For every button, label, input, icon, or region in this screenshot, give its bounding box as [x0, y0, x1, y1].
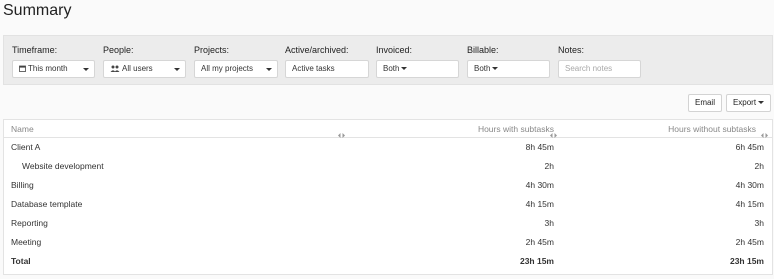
total-hours-with: 23h 15m	[519, 256, 554, 266]
projects-label: Projects:	[194, 45, 230, 55]
timeframe-select[interactable]: This month	[12, 60, 95, 78]
billable-value: Both	[474, 64, 491, 73]
row-hours-with: 2h 45m	[525, 237, 554, 247]
row-hours-with: 4h 15m	[525, 199, 554, 209]
active-value: Active tasks	[292, 64, 335, 73]
table-row[interactable]: Database template 4h 15m 4h 15m	[4, 195, 772, 214]
row-hours-without: 4h 30m	[735, 180, 764, 190]
chevron-down-icon	[174, 68, 180, 71]
invoiced-select[interactable]: Both	[376, 60, 459, 78]
row-name: Database template	[11, 199, 83, 209]
row-hours-with: 3h	[544, 218, 554, 228]
timeframe-label: Timeframe:	[12, 45, 58, 55]
invoiced-value: Both	[383, 64, 400, 73]
people-value: All users	[122, 64, 153, 73]
filter-panel: Timeframe: This month People: All users …	[3, 35, 773, 85]
row-hours-without: 6h 45m	[735, 142, 764, 152]
summary-table: Name Hours with subtasks Hours without s…	[3, 119, 773, 275]
chevron-down-icon	[83, 68, 89, 71]
total-hours-without: 23h 15m	[729, 256, 764, 266]
users-icon	[110, 62, 120, 78]
page-title: Summary	[3, 2, 72, 19]
chevron-down-icon	[266, 68, 272, 71]
timeframe-filter: Timeframe:	[12, 44, 57, 56]
people-label: People:	[103, 45, 134, 55]
people-filter: People:	[103, 44, 134, 56]
row-name: Reporting	[11, 218, 48, 228]
chevron-down-icon	[758, 101, 765, 104]
notes-search-input[interactable]: Search notes	[558, 60, 641, 78]
table-row[interactable]: Meeting 2h 45m 2h 45m	[4, 233, 772, 252]
projects-value: All my projects	[201, 64, 254, 73]
notes-label: Notes:	[558, 45, 585, 55]
email-button[interactable]: Email	[688, 94, 722, 112]
table-row[interactable]: Client A 8h 45m 6h 45m	[4, 138, 772, 157]
column-header-without-subtasks[interactable]: Hours without subtasks	[668, 120, 756, 138]
row-name: Billing	[11, 180, 34, 190]
table-row[interactable]: Reporting 3h 3h	[4, 214, 772, 233]
table-header: Name Hours with subtasks Hours without s…	[4, 120, 772, 138]
chevron-down-icon	[401, 67, 408, 70]
billable-label: Billable:	[467, 45, 499, 55]
billable-select[interactable]: Both	[467, 60, 550, 78]
table-total-row: Total 23h 15m 23h 15m	[4, 252, 772, 271]
row-hours-with: 4h 30m	[525, 180, 554, 190]
row-hours-with: 2h	[544, 161, 554, 171]
timeframe-value: This month	[28, 64, 68, 73]
people-select[interactable]: All users	[103, 60, 186, 78]
row-name: Meeting	[11, 237, 42, 247]
email-button-label: Email	[694, 98, 715, 107]
calendar-icon	[19, 62, 26, 78]
active-select[interactable]: Active tasks	[285, 60, 369, 78]
row-name: Website development	[22, 161, 104, 171]
total-label: Total	[11, 256, 31, 266]
invoiced-label: Invoiced:	[376, 45, 413, 55]
row-hours-without: 3h	[754, 218, 764, 228]
row-name: Client A	[11, 142, 41, 152]
chevron-down-icon	[492, 67, 499, 70]
invoiced-filter: Invoiced:	[376, 44, 412, 56]
table-row[interactable]: Billing 4h 30m 4h 30m	[4, 176, 772, 195]
column-header-name[interactable]: Name	[11, 120, 34, 138]
row-hours-with: 8h 45m	[525, 142, 554, 152]
active-filter: Active/archived:	[285, 44, 349, 56]
projects-select[interactable]: All my projects	[194, 60, 278, 78]
active-label: Active/archived:	[285, 45, 349, 55]
column-header-with-subtasks[interactable]: Hours with subtasks	[478, 120, 554, 138]
export-button-label: Export	[732, 98, 757, 107]
notes-placeholder: Search notes	[565, 64, 613, 73]
row-hours-without: 2h	[754, 161, 764, 171]
notes-filter: Notes:	[558, 44, 584, 56]
row-hours-without: 4h 15m	[735, 199, 764, 209]
billable-filter: Billable:	[467, 44, 499, 56]
projects-filter: Projects:	[194, 44, 229, 56]
row-hours-without: 2h 45m	[735, 237, 764, 247]
export-button[interactable]: Export	[726, 94, 771, 112]
table-row[interactable]: Website development 2h 2h	[4, 157, 772, 176]
